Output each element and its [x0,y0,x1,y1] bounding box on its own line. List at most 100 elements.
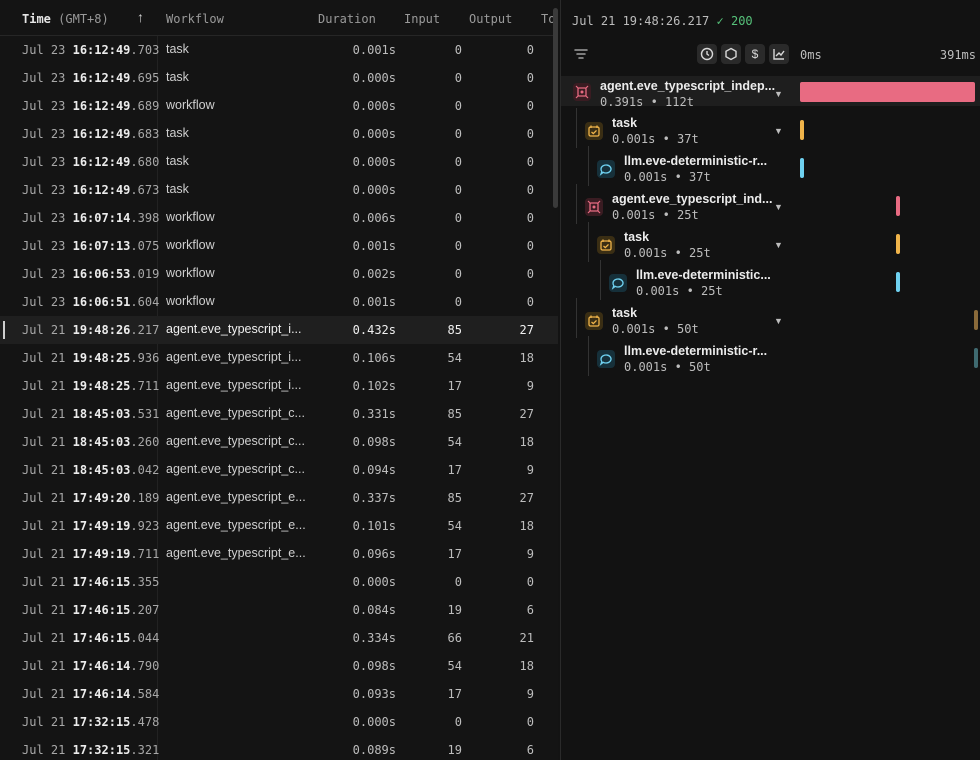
row-ms: .711 [130,379,160,393]
table-row[interactable]: Jul 23 16:12:49.680 task 0.000s 0 0 [0,148,558,176]
table-row[interactable]: Jul 21 19:48:25.936 agent.eve_typescript_… [0,344,558,372]
sort-arrow-icon[interactable]: ↑ [137,9,144,25]
span-row-llm[interactable]: llm.eve-deterministic... 0.001s • 25t [561,260,980,302]
row-date: Jul 21 [22,323,66,337]
span-row-task[interactable]: task 0.001s • 50t ▼ [561,298,980,340]
span-name: task [612,116,638,130]
row-input: 54 [447,519,462,533]
span-duration-bar[interactable] [800,158,804,178]
row-ms: .207 [130,603,160,617]
row-timestamp: Jul 21 17:46:15.355 [22,575,159,589]
span-duration-bar[interactable] [896,196,900,216]
row-ms: .478 [130,715,160,729]
chevron-down-icon[interactable]: ▼ [774,202,783,212]
table-row[interactable]: Jul 23 16:12:49.695 task 0.000s 0 0 [0,64,558,92]
table-row[interactable]: Jul 23 16:07:14.398 workflow 0.006s 0 0 [0,204,558,232]
table-row[interactable]: Jul 23 16:12:49.683 task 0.000s 0 0 [0,120,558,148]
row-workflow: task [166,126,189,140]
row-ms: .790 [130,659,160,673]
row-date: Jul 21 [22,603,66,617]
row-output: 18 [519,519,534,533]
row-date: Jul 21 [22,575,66,589]
chart-icon[interactable] [769,44,789,64]
table-row[interactable]: Jul 23 16:12:49.689 workflow 0.000s 0 0 [0,92,558,120]
row-workflow: agent.eve_typescript_i... [166,378,302,392]
column-header-duration[interactable]: Duration [318,12,376,26]
status-code: 200 [730,14,753,28]
span-row-agent[interactable]: agent.eve_typescript_ind... 0.001s • 25t ▼ [561,184,980,226]
table-row[interactable]: Jul 21 17:46:15.207 0.084s 19 6 [0,596,558,624]
filter-icon[interactable] [573,46,589,62]
row-time: 16:12:49 [72,155,131,169]
clock-icon[interactable] [697,44,717,64]
row-input: 0 [454,211,462,225]
column-header-output[interactable]: Output [469,12,512,26]
row-workflow: workflow [166,294,215,308]
table-row[interactable]: Jul 21 17:49:19.711 agent.eve_typescript_… [0,540,558,568]
table-row[interactable]: Jul 21 17:46:15.355 0.000s 0 0 [0,568,558,596]
span-row-llm[interactable]: llm.eve-deterministic-r... 0.001s • 37t [561,146,980,188]
chevron-down-icon[interactable]: ▼ [774,316,783,326]
chevron-down-icon[interactable]: ▼ [774,126,783,136]
table-row[interactable]: Jul 23 16:12:49.703 task 0.001s 0 0 [0,36,558,64]
tree-connector [588,146,589,186]
table-row[interactable]: Jul 21 17:46:14.790 0.098s 54 18 [0,652,558,680]
row-output: 27 [519,323,534,337]
row-duration: 0.432s [352,323,396,337]
hexagon-icon[interactable] [721,44,741,64]
span-row-task[interactable]: task 0.001s • 25t ▼ [561,222,980,264]
row-duration: 0.002s [352,267,396,281]
span-duration-bar[interactable] [896,272,900,292]
column-header-workflow[interactable]: Workflow [166,12,224,26]
row-duration: 0.331s [352,407,396,421]
table-row[interactable]: Jul 21 18:45:03.531 agent.eve_typescript_… [0,400,558,428]
dollar-icon[interactable]: $ [745,44,765,64]
row-timestamp: Jul 21 18:45:03.042 [22,463,159,477]
table-row[interactable]: Jul 21 18:45:03.260 agent.eve_typescript_… [0,428,558,456]
traces-table: Time (GMT+8) ↑ Workflow Duration Input O… [0,0,558,760]
span-row-task[interactable]: task 0.001s • 37t ▼ [561,108,980,150]
span-duration-bar[interactable] [896,234,900,254]
row-workflow: agent.eve_typescript_c... [166,406,305,420]
row-timestamp: Jul 21 19:48:25.936 [22,351,159,365]
row-output: 9 [526,687,534,701]
task-icon [585,312,603,330]
column-header-time[interactable]: Time (GMT+8) [22,12,109,26]
table-row[interactable]: Jul 21 18:45:03.042 agent.eve_typescript_… [0,456,558,484]
row-timestamp: Jul 23 16:12:49.683 [22,127,159,141]
table-row[interactable]: Jul 21 17:46:15.044 0.334s 66 21 [0,624,558,652]
span-duration-bar[interactable] [974,348,978,368]
column-header-input[interactable]: Input [404,12,440,26]
span-row-llm[interactable]: llm.eve-deterministic-r... 0.001s • 50t [561,336,980,378]
row-time: 17:46:15 [72,603,131,617]
row-workflow: task [166,182,189,196]
table-row[interactable]: Jul 23 16:06:51.604 workflow 0.001s 0 0 [0,288,558,316]
table-row[interactable]: Jul 23 16:07:13.075 workflow 0.001s 0 0 [0,232,558,260]
trace-detail-panel: Jul 21 19:48:26.217 ✓ 200 $ 0ms 391ms ag… [561,0,980,760]
table-row[interactable]: Jul 21 17:46:14.584 0.093s 17 9 [0,680,558,708]
table-row[interactable]: Jul 21 19:48:26.217 agent.eve_typescript_… [0,316,558,344]
row-date: Jul 21 [22,351,66,365]
chevron-down-icon[interactable]: ▼ [774,240,783,250]
span-duration-bar[interactable] [800,82,975,102]
table-row[interactable]: Jul 21 17:32:15.478 0.000s 0 0 [0,708,558,736]
table-scrollbar[interactable] [553,8,558,208]
row-date: Jul 21 [22,715,66,729]
table-row[interactable]: Jul 23 16:12:49.673 task 0.000s 0 0 [0,176,558,204]
span-duration-bar[interactable] [974,310,978,330]
table-row[interactable]: Jul 21 17:49:19.923 agent.eve_typescript_… [0,512,558,540]
row-workflow: task [166,42,189,56]
table-row[interactable]: Jul 21 19:48:25.711 agent.eve_typescript_… [0,372,558,400]
row-workflow: agent.eve_typescript_i... [166,322,302,336]
table-row[interactable]: Jul 21 17:49:20.189 agent.eve_typescript_… [0,484,558,512]
chevron-down-icon[interactable]: ▼ [774,89,783,99]
row-ms: .531 [130,407,160,421]
table-row[interactable]: Jul 21 17:32:15.321 0.089s 19 6 [0,736,558,760]
table-header: Time (GMT+8) ↑ Workflow Duration Input O… [0,0,558,36]
span-row-agent[interactable]: agent.eve_typescript_indep... 0.391s • 11… [561,76,980,109]
table-row[interactable]: Jul 23 16:06:53.019 workflow 0.002s 0 0 [0,260,558,288]
row-ms: .075 [130,239,160,253]
row-input: 19 [447,743,462,757]
span-meta: 0.001s • 37t [624,170,711,184]
span-duration-bar[interactable] [800,120,804,140]
